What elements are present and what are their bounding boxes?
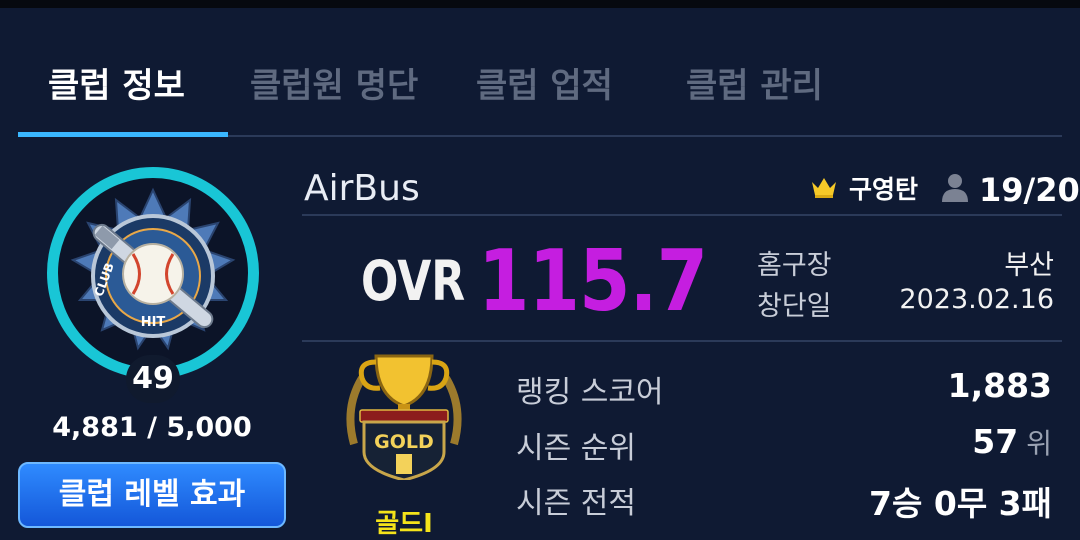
active-tab-indicator	[18, 132, 228, 137]
divider	[302, 214, 1062, 216]
tab-club-members[interactable]: 클럽원 명단	[250, 58, 418, 107]
season-rank-unit: 위	[1026, 427, 1052, 460]
person-icon	[942, 174, 968, 202]
season-rank-label: 시즌 순위	[516, 431, 636, 466]
ovr-value: 115.7	[478, 232, 708, 331]
member-count: 19/20	[979, 171, 1080, 209]
season-record-label: 시즌 전적	[516, 486, 636, 521]
tab-bar: 클럽 정보 클럽원 명단 클럽 업적 클럽 관리	[0, 8, 1080, 137]
divider	[302, 340, 1062, 342]
baseball-club-crest-icon: HIT CLUB	[70, 187, 236, 351]
tab-club-info[interactable]: 클럽 정보	[48, 58, 185, 107]
tab-club-achievements[interactable]: 클럽 업적	[476, 58, 613, 107]
season-record-value: 7승 0무 3패	[869, 484, 1052, 523]
home-stadium-label: 홈구장	[757, 250, 832, 281]
season-rank: 57 위	[972, 422, 1052, 462]
founded-date-value: 2023.02.16	[899, 284, 1054, 315]
ovr-label: OVR	[361, 250, 466, 314]
ranking-score-value: 1,883	[947, 366, 1052, 405]
gold-trophy-icon: GOLD	[346, 354, 462, 480]
club-level-badge: 49	[126, 355, 180, 403]
home-stadium-value: 부산	[1004, 250, 1054, 281]
tab-club-management[interactable]: 클럽 관리	[686, 58, 823, 107]
crest-text-hit: HIT	[141, 315, 166, 330]
club-level-effect-button[interactable]: 클럽 레벨 효과	[18, 462, 286, 528]
founded-date-label: 창단일	[757, 291, 832, 322]
crown-icon	[812, 178, 836, 198]
tab-divider	[228, 135, 1062, 137]
ranking-score-label: 랭킹 스코어	[516, 375, 664, 410]
season-rank-value: 57	[972, 422, 1019, 461]
tier-name: 골드I	[375, 509, 433, 539]
top-status-strip	[0, 0, 1080, 8]
club-leader-name: 구영탄	[849, 175, 919, 204]
club-xp-progress-text: 4,881 / 5,000	[52, 412, 252, 443]
club-name: AirBus	[304, 168, 420, 209]
tier-badge-text: GOLD	[374, 431, 434, 453]
